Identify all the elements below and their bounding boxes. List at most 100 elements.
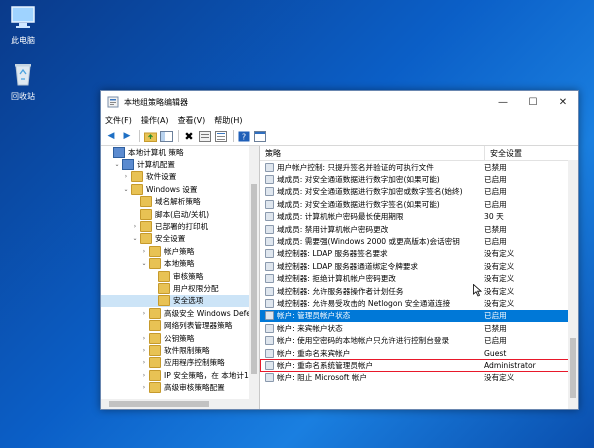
- help-icon[interactable]: ?: [237, 129, 251, 143]
- menu-action[interactable]: 操作(A): [141, 115, 169, 126]
- export-list-icon[interactable]: [214, 129, 228, 143]
- column-header-setting[interactable]: 安全设置: [485, 148, 522, 159]
- folder-icon: [140, 233, 152, 245]
- list-vertical-scrollbar[interactable]: [568, 160, 578, 409]
- policy-row[interactable]: 域控制器: 允许服务器操作者计划任务 没有定义: [260, 285, 578, 297]
- policy-name-cell: 域成员: 计算机帐户密码最长使用期限: [260, 211, 479, 222]
- column-header-policy[interactable]: 策略: [260, 146, 485, 160]
- policy-row[interactable]: 帐户: 重命名来宾帐户 Guest: [260, 347, 578, 359]
- mmc-console-icon[interactable]: [253, 129, 267, 143]
- tree-item[interactable]: ⌄ Windows 设置: [101, 183, 259, 195]
- minimize-button[interactable]: —: [488, 91, 518, 113]
- tree-item[interactable]: 安全选项: [101, 294, 259, 308]
- tree-item[interactable]: › 高级审核策略配置: [101, 381, 259, 394]
- policy-row[interactable]: 帐户: 重命名系统管理员帐户 Administrator: [260, 359, 578, 372]
- collapse-chevron-icon[interactable]: ⌄: [122, 186, 130, 193]
- tree-item[interactable]: 审核策略: [101, 270, 259, 282]
- policy-row[interactable]: 域控制器: LDAP 服务器签名要求 没有定义: [260, 248, 578, 260]
- policy-setting-icon: [265, 373, 274, 383]
- policy-name-cell: 帐户: 管理员帐户状态: [260, 310, 479, 321]
- policy-setting-icon: [265, 311, 274, 321]
- policy-row[interactable]: 域成员: 需要强(Windows 2000 或更高版本)会话密钥 已启用: [260, 235, 578, 247]
- list-header: 策略 安全设置: [260, 146, 578, 161]
- policy-row[interactable]: 域成员: 对安全通道数据进行数字签名(如果可能) 已启用: [260, 198, 578, 210]
- title-bar[interactable]: 本地组策略编辑器 — ☐ ✕: [101, 91, 578, 113]
- collapse-chevron-icon[interactable]: ⌄: [131, 235, 139, 242]
- tree-item[interactable]: 用户权限分配: [101, 282, 259, 294]
- expand-chevron-icon[interactable]: ›: [122, 173, 130, 180]
- policy-row[interactable]: 帐户: 使用空密码的本地帐户只允许进行控制台登录 已启用: [260, 334, 578, 346]
- expand-chevron-icon[interactable]: ›: [140, 310, 148, 317]
- collapse-chevron-icon[interactable]: ⌄: [113, 161, 121, 168]
- group-policy-editor-window: 本地组策略编辑器 — ☐ ✕ 文件(F) 操作(A) 查看(V) 帮助(H) ◀…: [100, 90, 579, 410]
- expand-chevron-icon[interactable]: ›: [140, 347, 148, 354]
- tree-item[interactable]: › 应用程序控制策略: [101, 357, 259, 369]
- scroll-thumb[interactable]: [251, 184, 257, 374]
- tree-item-label: 高级安全 Windows Defe: [164, 308, 251, 318]
- policy-value: 已禁用: [484, 224, 507, 234]
- menu-file[interactable]: 文件(F): [105, 115, 132, 126]
- policy-setting-icon: [265, 249, 274, 259]
- scroll-thumb[interactable]: [570, 338, 576, 398]
- maximize-button[interactable]: ☐: [518, 91, 548, 113]
- policy-row[interactable]: 帐户: 管理员帐户状态 已启用: [260, 309, 578, 323]
- tree-item[interactable]: ⌄ 本地策略: [101, 258, 259, 270]
- tree-horizontal-scrollbar[interactable]: [101, 399, 259, 409]
- tree-item[interactable]: ⌄ 计算机配置: [101, 158, 259, 171]
- scroll-thumb[interactable]: [109, 401, 209, 407]
- tree-item[interactable]: › 帐户策略: [101, 245, 259, 257]
- tree-item[interactable]: ⌄ 安全设置: [101, 233, 259, 245]
- folder-icon: [149, 320, 161, 332]
- back-arrow-icon[interactable]: ◀: [104, 129, 118, 143]
- policy-name: 域成员: 对安全通道数据进行数字加密或数字签名(始终): [277, 187, 463, 197]
- expand-chevron-icon[interactable]: ›: [140, 372, 148, 379]
- tree-item[interactable]: 域名解析策略: [101, 196, 259, 208]
- tree-item-label: 脚本(启动/关机): [155, 209, 210, 219]
- policy-row[interactable]: 用户帐户控制: 只提升签名并验证的可执行文件 已禁用: [260, 161, 578, 173]
- expand-chevron-icon[interactable]: ›: [140, 359, 148, 366]
- policy-row[interactable]: 域成员: 计算机帐户密码最长使用期限 30 天: [260, 211, 578, 223]
- tree-item[interactable]: 本地计算机 策略: [101, 146, 259, 158]
- desktop-icon-this-pc[interactable]: 此电脑: [0, 4, 46, 46]
- policy-value: 没有定义: [484, 274, 515, 284]
- tree-item[interactable]: › 软件设置: [101, 171, 259, 183]
- policy-row[interactable]: 域控制器: LDAP 服务器通道绑定令牌要求 没有定义: [260, 260, 578, 272]
- toolbar-separator: [139, 130, 140, 142]
- desktop-icon-recycle-bin[interactable]: 回收站: [0, 60, 46, 102]
- collapse-chevron-icon[interactable]: ⌄: [140, 260, 148, 267]
- desktop-icon-label: 回收站: [11, 92, 35, 101]
- expand-chevron-icon[interactable]: ›: [140, 384, 148, 391]
- policy-row[interactable]: 域成员: 对安全通道数据进行数字加密(如果可能) 已启用: [260, 173, 578, 185]
- up-folder-icon[interactable]: [143, 129, 157, 143]
- tree-item[interactable]: › 软件限制策略: [101, 344, 259, 356]
- tree-vertical-scrollbar[interactable]: [249, 146, 259, 399]
- tree-item[interactable]: › 高级安全 Windows Defe: [101, 307, 259, 319]
- policy-name-cell: 用户帐户控制: 只提升签名并验证的可执行文件: [260, 162, 479, 173]
- policy-name-cell: 域成员: 对安全通道数据进行数字加密或数字签名(始终): [260, 186, 479, 197]
- tree-item[interactable]: 网络列表管理器策略: [101, 319, 259, 332]
- policy-row[interactable]: 域控制器: 拒绝计算机帐户密码更改 没有定义: [260, 273, 578, 285]
- policy-row[interactable]: 域成员: 对安全通道数据进行数字加密或数字签名(始终) 已启用: [260, 186, 578, 198]
- policy-name: 域成员: 需要强(Windows 2000 或更高版本)会话密钥: [277, 237, 460, 247]
- folder-icon: [158, 270, 170, 282]
- expand-chevron-icon[interactable]: ›: [140, 335, 148, 342]
- menu-help[interactable]: 帮助(H): [214, 115, 242, 126]
- policy-row[interactable]: 帐户: 来宾帐户状态 已禁用: [260, 322, 578, 334]
- close-button[interactable]: ✕: [548, 91, 578, 113]
- delete-icon[interactable]: ✖: [182, 129, 196, 143]
- menu-view[interactable]: 查看(V): [178, 115, 206, 126]
- policy-row[interactable]: 域成员: 禁用计算机帐户密码更改 已禁用: [260, 223, 578, 235]
- policy-row[interactable]: 帐户: 阻止 Microsoft 帐户 没有定义: [260, 372, 578, 384]
- tree-item[interactable]: › 已部署的打印机: [101, 220, 259, 233]
- policy-row[interactable]: 域控制器: 允许易受攻击的 Netlogon 安全通道连接 没有定义: [260, 297, 578, 309]
- policy-name: 域控制器: 拒绝计算机帐户密码更改: [277, 274, 396, 284]
- navigation-tree-pane[interactable]: 本地计算机 策略 ⌄ 计算机配置 › 软件设置 ⌄ Windows 设置 域名解析策略 脚本(启…: [101, 146, 260, 409]
- tree-item[interactable]: › IP 安全策略，在 本地计1: [101, 369, 259, 381]
- tree-item[interactable]: › 公钥策略: [101, 332, 259, 344]
- properties-icon[interactable]: [198, 129, 212, 143]
- expand-chevron-icon[interactable]: ›: [140, 248, 148, 255]
- show-hide-tree-icon[interactable]: [159, 129, 173, 143]
- tree-item[interactable]: 脚本(启动/关机): [101, 208, 259, 220]
- forward-arrow-icon[interactable]: ▶: [120, 129, 134, 143]
- expand-chevron-icon[interactable]: ›: [131, 223, 139, 230]
